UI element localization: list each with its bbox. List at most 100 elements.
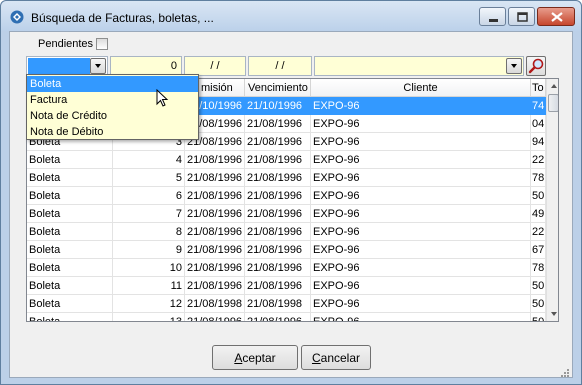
cell-emision: 21/08/1998 [185,295,245,313]
date-from-input[interactable]: / / [184,56,246,76]
cell-numero: 6 [113,187,185,205]
pending-label: Pendientes [38,38,94,50]
cell-vencimiento: 21/08/1996 [245,259,311,277]
column-header-total[interactable]: To [531,79,546,97]
doc-type-option-nota-debito[interactable]: Nota de Débito [27,124,198,140]
cell-total: 74 [531,97,546,115]
cell-total: 50 [531,187,546,205]
scroll-thumb[interactable] [548,94,558,112]
table-row[interactable]: Boleta 5 21/08/1996 21/08/1996 EXPO-96 78 [27,169,546,187]
cell-vencimiento: 21/08/1996 [245,133,311,151]
number-filter-input[interactable]: 0 [110,56,182,76]
table-row[interactable]: Boleta 13 21/08/1996 21/08/1996 EXPO-96 50 [27,313,546,321]
cell-vencimiento: 21/10/1996 [245,97,311,115]
cell-tipo: Boleta [27,241,113,259]
cell-vencimiento: 21/08/1996 [245,187,311,205]
cell-cliente: EXPO-96 [311,205,531,223]
cell-vencimiento: 21/08/1996 [245,241,311,259]
table-row[interactable]: Boleta 11 21/08/1996 21/08/1996 EXPO-96 50 [27,277,546,295]
cancel-label: ancelar [320,351,361,365]
cell-vencimiento: 21/08/1996 [245,169,311,187]
resize-grip-icon[interactable] [560,368,570,378]
cancel-button[interactable]: Cancelar [301,345,371,370]
cell-emision: 21/08/1996 [185,187,245,205]
cell-cliente: EXPO-96 [311,241,531,259]
pending-checkbox[interactable] [96,38,108,50]
cell-emision: 21/08/1996 [185,151,245,169]
cell-numero: 9 [113,241,185,259]
cell-total: 94 [531,133,546,151]
doc-type-option-factura[interactable]: Factura [27,92,198,108]
doc-type-dropdown-button[interactable] [90,58,106,74]
cell-total: 67 [531,241,546,259]
cell-cliente: EXPO-96 [311,259,531,277]
search-button[interactable] [526,56,546,76]
accept-label: ceptar [242,351,276,365]
client-filter-select[interactable] [314,56,524,76]
table-row[interactable]: Boleta 7 21/08/1996 21/08/1996 EXPO-96 49 [27,205,546,223]
cell-tipo: Boleta [27,313,113,321]
cell-tipo: Boleta [27,169,113,187]
cell-emision: 21/08/1996 [185,205,245,223]
cell-cliente: EXPO-96 [311,187,531,205]
table-row[interactable]: Boleta 12 21/08/1998 21/08/1998 EXPO-96 50 [27,295,546,313]
close-button[interactable] [537,7,575,26]
cell-tipo: Boleta [27,223,113,241]
cell-total: 50 [531,313,546,321]
cell-cliente: EXPO-96 [311,295,531,313]
column-header-vencimiento[interactable]: Vencimiento [245,79,311,97]
grid-vertical-scrollbar[interactable] [546,79,559,321]
cell-cliente: EXPO-96 [311,223,531,241]
cell-tipo: Boleta [27,295,113,313]
cell-numero: 10 [113,259,185,277]
table-row[interactable]: Boleta 8 21/08/1996 21/08/1996 EXPO-96 22 [27,223,546,241]
minimize-button[interactable] [479,7,506,26]
cell-total: 49 [531,205,546,223]
cell-vencimiento: 21/08/1996 [245,313,311,321]
doc-type-dropdown-list: Boleta Factura Nota de Crédito Nota de D… [26,74,199,140]
doc-type-select[interactable] [26,56,108,76]
date-to-input[interactable]: / / [248,56,312,76]
cell-cliente: EXPO-96 [311,151,531,169]
cell-vencimiento: 21/08/1996 [245,205,311,223]
cell-total: 22 [531,151,546,169]
close-icon [551,12,563,22]
cell-cliente: EXPO-96 [311,169,531,187]
doc-type-selected-value [28,58,90,74]
cell-emision: 21/08/1996 [185,223,245,241]
title-bar[interactable]: Búsqueda de Facturas, boletas, ... [1,1,581,31]
column-header-cliente[interactable]: Cliente [311,79,531,97]
cell-emision: 21/08/1996 [185,313,245,321]
cell-numero: 12 [113,295,185,313]
table-row[interactable]: Boleta 6 21/08/1996 21/08/1996 EXPO-96 50 [27,187,546,205]
cell-total: 78 [531,259,546,277]
scroll-up-icon[interactable] [547,79,559,93]
maximize-button[interactable] [508,7,535,26]
cell-vencimiento: 21/08/1998 [245,295,311,313]
cell-numero: 7 [113,205,185,223]
cell-numero: 4 [113,151,185,169]
cell-cliente: EXPO-96 [311,277,531,295]
cell-vencimiento: 21/08/1996 [245,115,311,133]
cell-tipo: Boleta [27,277,113,295]
cell-cliente: EXPO-96 [311,313,531,321]
cell-tipo: Boleta [27,187,113,205]
cell-numero: 13 [113,313,185,321]
app-logo-icon [10,10,24,24]
cell-vencimiento: 21/08/1996 [245,277,311,295]
cell-vencimiento: 21/08/1996 [245,151,311,169]
client-dropdown-button[interactable] [506,58,522,74]
doc-type-option-nota-credito[interactable]: Nota de Crédito [27,108,198,124]
cell-emision: 21/08/1996 [185,241,245,259]
cancel-mnemonic: C [311,351,321,365]
maximize-icon [517,12,528,22]
cell-vencimiento: 21/08/1996 [245,223,311,241]
cell-tipo: Boleta [27,205,113,223]
scroll-down-icon[interactable] [547,307,559,321]
doc-type-option-boleta[interactable]: Boleta [27,76,198,92]
table-row[interactable]: Boleta 4 21/08/1996 21/08/1996 EXPO-96 22 [27,151,546,169]
mouse-pointer-icon [156,89,169,107]
table-row[interactable]: Boleta 10 21/08/1996 21/08/1996 EXPO-96 78 [27,259,546,277]
accept-button[interactable]: Aceptar [212,345,298,370]
table-row[interactable]: Boleta 9 21/08/1996 21/08/1996 EXPO-96 67 [27,241,546,259]
